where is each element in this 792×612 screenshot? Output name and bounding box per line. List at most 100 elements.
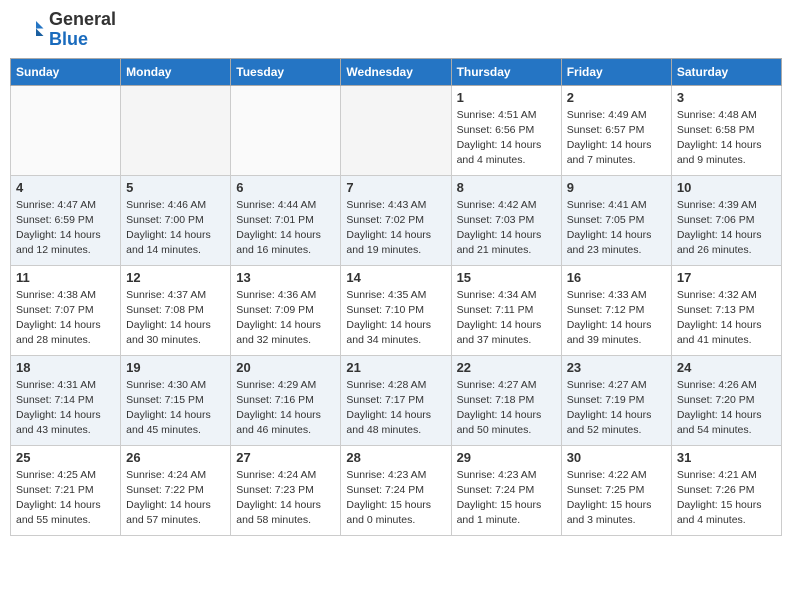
day-cell: 2 Sunrise: 4:49 AM Sunset: 6:57 PM Daylig…	[561, 85, 671, 175]
day-info: Sunrise: 4:41 AM Sunset: 7:05 PM Dayligh…	[567, 198, 666, 259]
logo-icon	[15, 15, 45, 45]
day-number: 26	[126, 450, 225, 465]
day-cell: 1 Sunrise: 4:51 AM Sunset: 6:56 PM Daylig…	[451, 85, 561, 175]
day-info: Sunrise: 4:49 AM Sunset: 6:57 PM Dayligh…	[567, 108, 666, 169]
day-info: Sunrise: 4:48 AM Sunset: 6:58 PM Dayligh…	[677, 108, 776, 169]
day-cell: 11 Sunrise: 4:38 AM Sunset: 7:07 PM Dayli…	[11, 265, 121, 355]
header-cell-wednesday: Wednesday	[341, 58, 451, 85]
header-cell-thursday: Thursday	[451, 58, 561, 85]
day-info: Sunrise: 4:22 AM Sunset: 7:25 PM Dayligh…	[567, 468, 666, 529]
day-info: Sunrise: 4:27 AM Sunset: 7:18 PM Dayligh…	[457, 378, 556, 439]
day-number: 17	[677, 270, 776, 285]
day-cell: 24 Sunrise: 4:26 AM Sunset: 7:20 PM Dayli…	[671, 355, 781, 445]
header-cell-sunday: Sunday	[11, 58, 121, 85]
day-cell: 3 Sunrise: 4:48 AM Sunset: 6:58 PM Daylig…	[671, 85, 781, 175]
day-info: Sunrise: 4:43 AM Sunset: 7:02 PM Dayligh…	[346, 198, 445, 259]
day-number: 1	[457, 90, 556, 105]
day-number: 12	[126, 270, 225, 285]
day-cell: 21 Sunrise: 4:28 AM Sunset: 7:17 PM Dayli…	[341, 355, 451, 445]
day-cell: 12 Sunrise: 4:37 AM Sunset: 7:08 PM Dayli…	[121, 265, 231, 355]
day-number: 20	[236, 360, 335, 375]
day-cell	[231, 85, 341, 175]
day-cell: 27 Sunrise: 4:24 AM Sunset: 7:23 PM Dayli…	[231, 445, 341, 535]
day-number: 24	[677, 360, 776, 375]
day-number: 19	[126, 360, 225, 375]
day-info: Sunrise: 4:30 AM Sunset: 7:15 PM Dayligh…	[126, 378, 225, 439]
day-info: Sunrise: 4:35 AM Sunset: 7:10 PM Dayligh…	[346, 288, 445, 349]
day-number: 15	[457, 270, 556, 285]
header-row: SundayMondayTuesdayWednesdayThursdayFrid…	[11, 58, 782, 85]
day-cell: 16Sunrise: 4:33 AM Sunset: 7:12 PM Dayli…	[561, 265, 671, 355]
week-row-1: 1 Sunrise: 4:51 AM Sunset: 6:56 PM Daylig…	[11, 85, 782, 175]
day-cell: 9 Sunrise: 4:41 AM Sunset: 7:05 PM Daylig…	[561, 175, 671, 265]
day-cell	[11, 85, 121, 175]
week-row-3: 11 Sunrise: 4:38 AM Sunset: 7:07 PM Dayli…	[11, 265, 782, 355]
day-cell: 22 Sunrise: 4:27 AM Sunset: 7:18 PM Dayli…	[451, 355, 561, 445]
day-cell: 25 Sunrise: 4:25 AM Sunset: 7:21 PM Dayli…	[11, 445, 121, 535]
day-cell: 15 Sunrise: 4:34 AM Sunset: 7:11 PM Dayli…	[451, 265, 561, 355]
day-info: Sunrise: 4:46 AM Sunset: 7:00 PM Dayligh…	[126, 198, 225, 259]
day-number: 10	[677, 180, 776, 195]
week-row-5: 25 Sunrise: 4:25 AM Sunset: 7:21 PM Dayli…	[11, 445, 782, 535]
day-info: Sunrise: 4:26 AM Sunset: 7:20 PM Dayligh…	[677, 378, 776, 439]
day-number: 14	[346, 270, 445, 285]
day-number: 18	[16, 360, 115, 375]
header-cell-monday: Monday	[121, 58, 231, 85]
day-number: 28	[346, 450, 445, 465]
day-cell: 28Sunrise: 4:23 AM Sunset: 7:24 PM Dayli…	[341, 445, 451, 535]
logo-text: General Blue	[49, 10, 116, 50]
day-info: Sunrise: 4:24 AM Sunset: 7:23 PM Dayligh…	[236, 468, 335, 529]
day-info: Sunrise: 4:38 AM Sunset: 7:07 PM Dayligh…	[16, 288, 115, 349]
day-number: 9	[567, 180, 666, 195]
day-info: Sunrise: 4:28 AM Sunset: 7:17 PM Dayligh…	[346, 378, 445, 439]
day-number: 2	[567, 90, 666, 105]
day-cell	[341, 85, 451, 175]
day-number: 22	[457, 360, 556, 375]
day-cell: 7Sunrise: 4:43 AM Sunset: 7:02 PM Daylig…	[341, 175, 451, 265]
day-cell	[121, 85, 231, 175]
day-number: 23	[567, 360, 666, 375]
day-number: 27	[236, 450, 335, 465]
day-info: Sunrise: 4:25 AM Sunset: 7:21 PM Dayligh…	[16, 468, 115, 529]
day-info: Sunrise: 4:27 AM Sunset: 7:19 PM Dayligh…	[567, 378, 666, 439]
day-cell: 20 Sunrise: 4:29 AM Sunset: 7:16 PM Dayli…	[231, 355, 341, 445]
day-number: 3	[677, 90, 776, 105]
day-info: Sunrise: 4:29 AM Sunset: 7:16 PM Dayligh…	[236, 378, 335, 439]
header-cell-saturday: Saturday	[671, 58, 781, 85]
day-info: Sunrise: 4:24 AM Sunset: 7:22 PM Dayligh…	[126, 468, 225, 529]
day-info: Sunrise: 4:33 AM Sunset: 7:12 PM Dayligh…	[567, 288, 666, 349]
calendar-table: SundayMondayTuesdayWednesdayThursdayFrid…	[10, 58, 782, 536]
day-info: Sunrise: 4:39 AM Sunset: 7:06 PM Dayligh…	[677, 198, 776, 259]
day-info: Sunrise: 4:34 AM Sunset: 7:11 PM Dayligh…	[457, 288, 556, 349]
day-number: 8	[457, 180, 556, 195]
logo: General Blue	[15, 10, 116, 50]
day-info: Sunrise: 4:36 AM Sunset: 7:09 PM Dayligh…	[236, 288, 335, 349]
week-row-2: 4Sunrise: 4:47 AM Sunset: 6:59 PM Daylig…	[11, 175, 782, 265]
day-number: 5	[126, 180, 225, 195]
day-info: Sunrise: 4:37 AM Sunset: 7:08 PM Dayligh…	[126, 288, 225, 349]
day-number: 31	[677, 450, 776, 465]
day-cell: 14 Sunrise: 4:35 AM Sunset: 7:10 PM Dayli…	[341, 265, 451, 355]
day-cell: 29Sunrise: 4:23 AM Sunset: 7:24 PM Dayli…	[451, 445, 561, 535]
day-info: Sunrise: 4:42 AM Sunset: 7:03 PM Dayligh…	[457, 198, 556, 259]
day-number: 25	[16, 450, 115, 465]
day-number: 30	[567, 450, 666, 465]
day-number: 6	[236, 180, 335, 195]
day-info: Sunrise: 4:51 AM Sunset: 6:56 PM Dayligh…	[457, 108, 556, 169]
day-info: Sunrise: 4:32 AM Sunset: 7:13 PM Dayligh…	[677, 288, 776, 349]
day-number: 21	[346, 360, 445, 375]
day-cell: 10 Sunrise: 4:39 AM Sunset: 7:06 PM Dayli…	[671, 175, 781, 265]
day-info: Sunrise: 4:44 AM Sunset: 7:01 PM Dayligh…	[236, 198, 335, 259]
day-cell: 23 Sunrise: 4:27 AM Sunset: 7:19 PM Dayli…	[561, 355, 671, 445]
day-cell: 4Sunrise: 4:47 AM Sunset: 6:59 PM Daylig…	[11, 175, 121, 265]
page-header: General Blue	[10, 10, 782, 50]
day-info: Sunrise: 4:23 AM Sunset: 7:24 PM Dayligh…	[457, 468, 556, 529]
day-cell: 30 Sunrise: 4:22 AM Sunset: 7:25 PM Dayli…	[561, 445, 671, 535]
day-cell: 17 Sunrise: 4:32 AM Sunset: 7:13 PM Dayli…	[671, 265, 781, 355]
day-cell: 31Sunrise: 4:21 AM Sunset: 7:26 PM Dayli…	[671, 445, 781, 535]
day-info: Sunrise: 4:31 AM Sunset: 7:14 PM Dayligh…	[16, 378, 115, 439]
header-cell-friday: Friday	[561, 58, 671, 85]
day-number: 13	[236, 270, 335, 285]
week-row-4: 18 Sunrise: 4:31 AM Sunset: 7:14 PM Dayli…	[11, 355, 782, 445]
day-number: 11	[16, 270, 115, 285]
